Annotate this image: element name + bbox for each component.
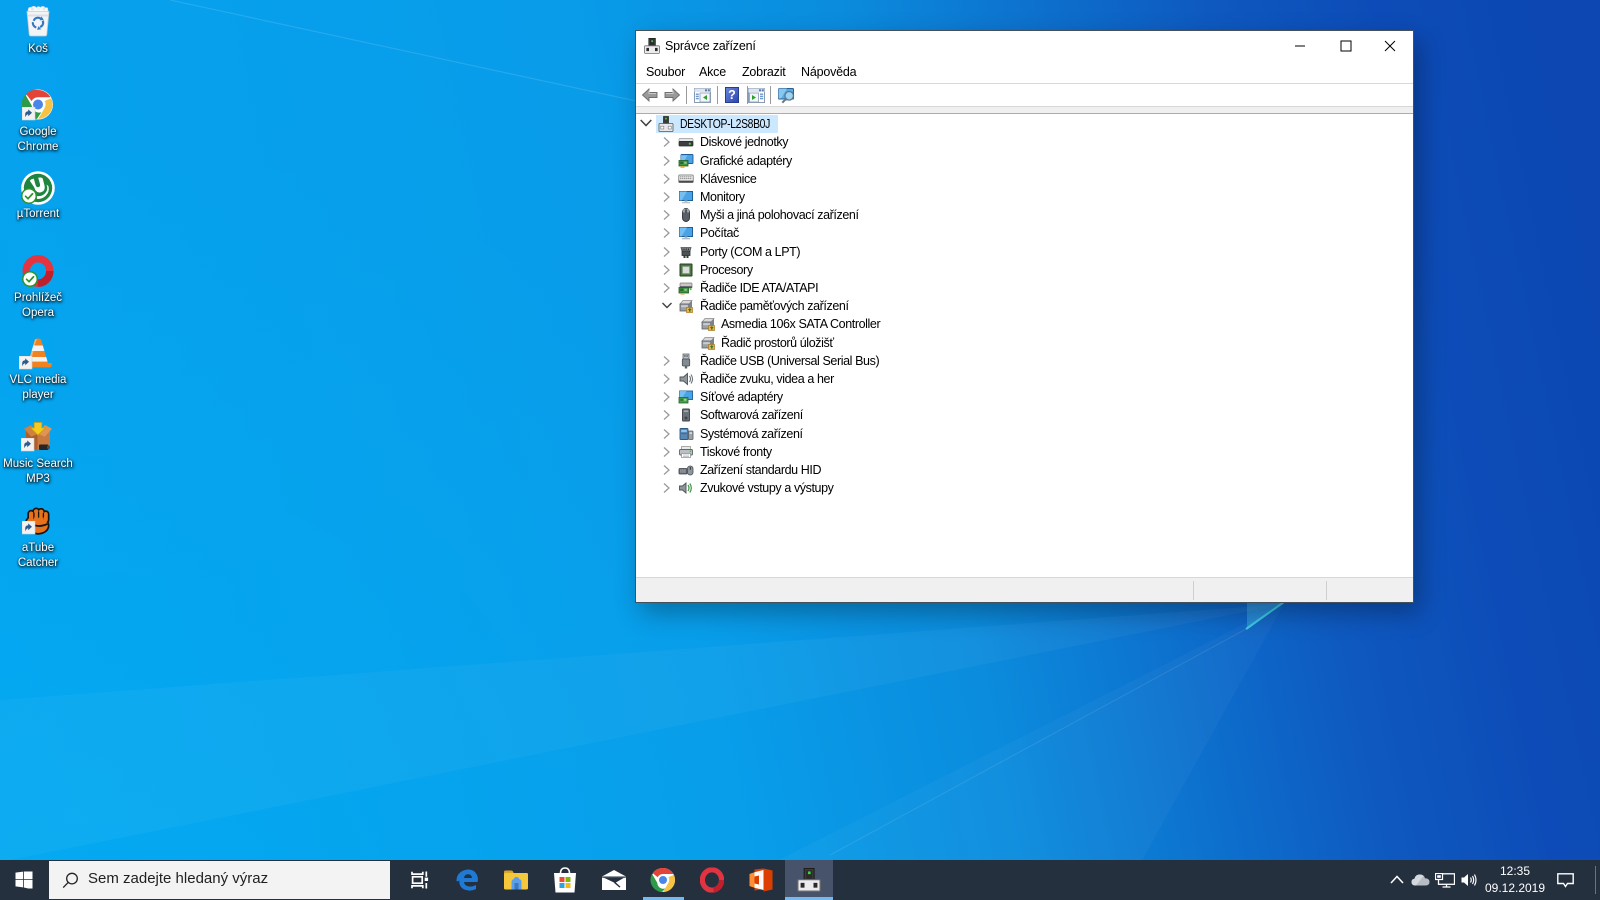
svg-text:?: ? [728,88,736,102]
